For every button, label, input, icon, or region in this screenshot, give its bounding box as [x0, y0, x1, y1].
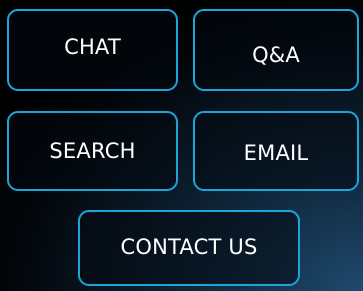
chat-button[interactable]: CHAT — [7, 9, 178, 91]
email-button[interactable]: EMAIL — [193, 111, 359, 191]
contact-us-button[interactable]: CONTACT US — [78, 210, 300, 286]
contact-us-button-label: CONTACT US — [120, 235, 258, 259]
qa-button[interactable]: Q&A — [193, 9, 359, 91]
email-button-label: EMAIL — [243, 141, 309, 165]
chat-button-label: CHAT — [64, 35, 121, 59]
search-button-label: SEARCH — [49, 139, 136, 163]
search-button[interactable]: SEARCH — [7, 111, 178, 191]
qa-button-label: Q&A — [252, 43, 300, 67]
